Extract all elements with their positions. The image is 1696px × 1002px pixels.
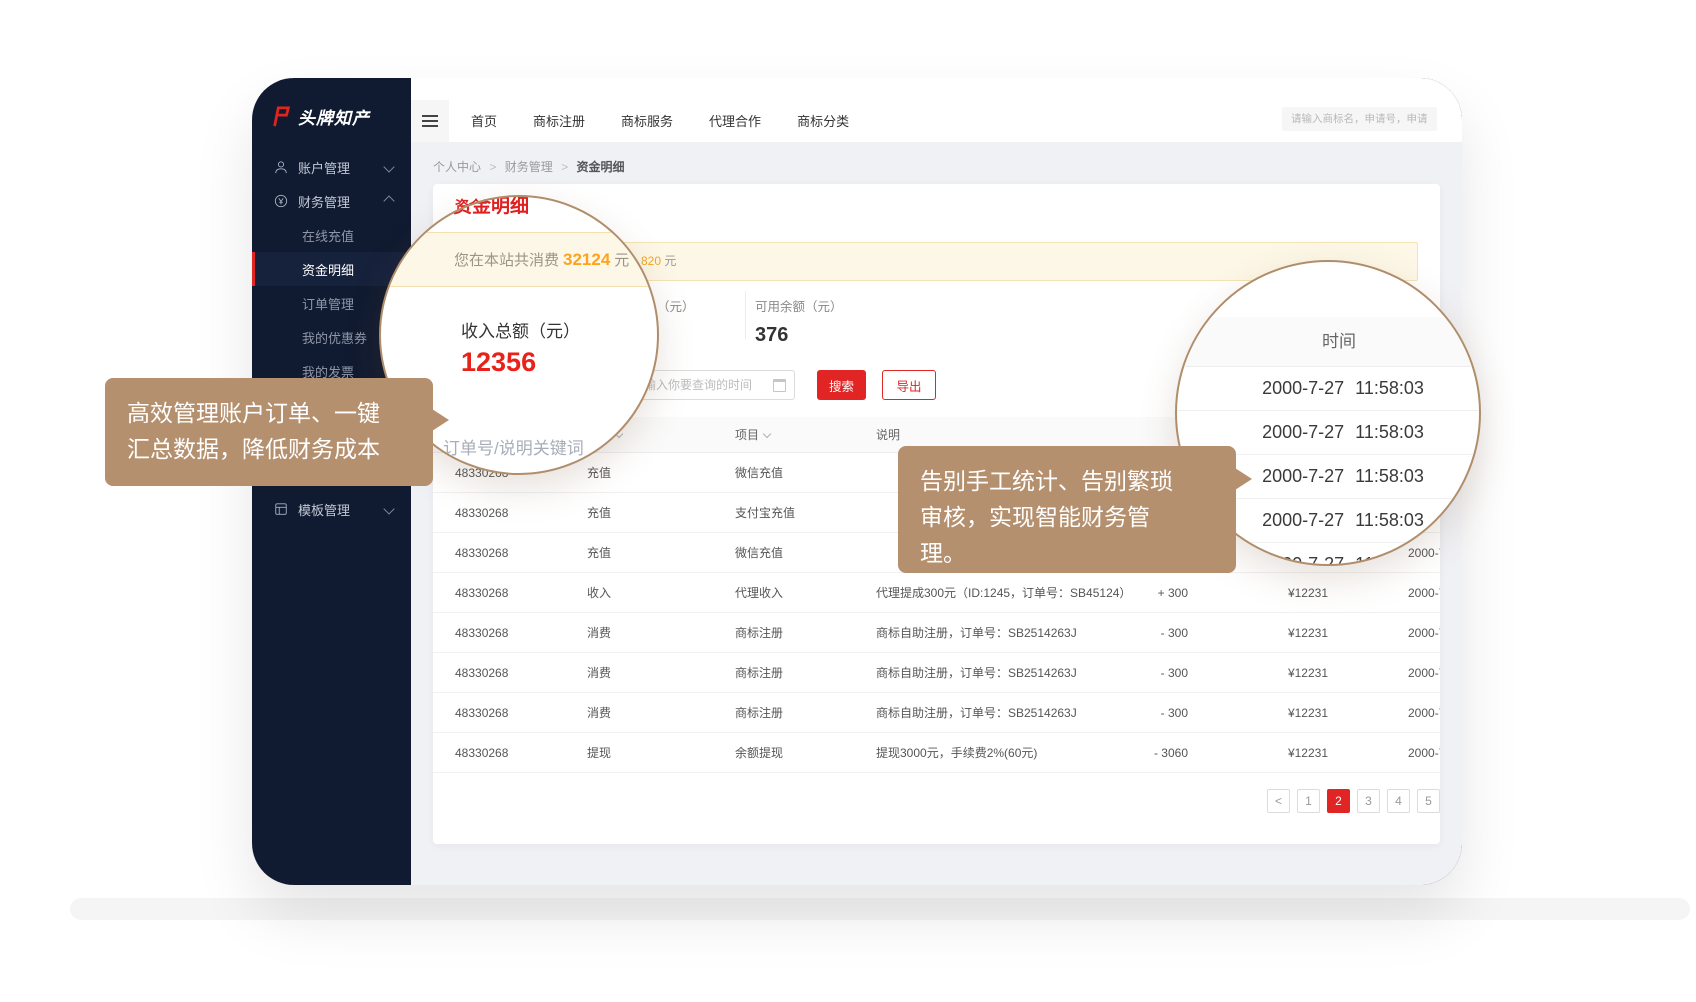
- laptop-base: [70, 898, 1690, 920]
- table-row: 48330268提现余额提现提现3000元，手续费2%(60元)- 3060¥1…: [433, 733, 1440, 773]
- stat-balance: 可用余额（元） 376: [755, 296, 843, 347]
- breadcrumb-part[interactable]: 财务管理: [505, 160, 553, 174]
- magnified-header-fragment: 订单号/说明关键词: [443, 434, 584, 459]
- page: 头牌知产 账户管理 财务管理 在线充值 资金明细 订单管理: [0, 0, 1696, 1002]
- table-row: 48330268消费商标注册商标自助注册，订单号：SB2514263J- 300…: [433, 613, 1440, 653]
- pagination: < 1 2 3 4 5: [1267, 789, 1440, 813]
- export-button[interactable]: 导出: [882, 370, 936, 400]
- breadcrumb-separator: >: [489, 160, 496, 174]
- pagination-page-3[interactable]: 3: [1357, 789, 1380, 813]
- sidebar-item-label: 账户管理: [298, 158, 350, 177]
- stat-label: （元）: [657, 296, 695, 315]
- pagination-page-4[interactable]: 4: [1387, 789, 1410, 813]
- breadcrumb-current: 资金明细: [576, 160, 624, 174]
- search-button[interactable]: 搜索: [817, 370, 866, 400]
- nav-tab-home[interactable]: 首页: [471, 111, 497, 130]
- magnified-income-value: 12356: [461, 347, 536, 378]
- callout-line: 审核，实现智能财务管: [920, 499, 1214, 535]
- magnified-banner: 您在本站共消费 32124 元: [379, 232, 659, 287]
- magnified-time-header: 时间: [1177, 317, 1479, 367]
- chevron-down-icon: [763, 430, 771, 438]
- chevron-down-icon: [383, 161, 394, 172]
- brand-name: 头牌知产: [298, 104, 370, 129]
- callout-left: 高效管理账户订单、一键 汇总数据，降低财务成本: [105, 378, 433, 486]
- stat-divider: [745, 291, 746, 339]
- nav-tab-trademark-class[interactable]: 商标分类: [797, 111, 849, 130]
- sidebar-item-label: 模板管理: [298, 500, 350, 519]
- stat-value: 376: [755, 324, 843, 347]
- pagination-page-5[interactable]: 5: [1417, 789, 1440, 813]
- breadcrumb-part[interactable]: 个人中心: [433, 160, 481, 174]
- pagination-page-2-active[interactable]: 2: [1327, 789, 1350, 813]
- nav-tabs: 首页 商标注册 商标服务 代理合作 商标分类: [471, 111, 849, 130]
- user-icon: [274, 160, 288, 174]
- pagination-prev-button[interactable]: <: [1267, 789, 1290, 813]
- table-row: 48330268消费商标注册商标自助注册，订单号：SB2514263J- 300…: [433, 693, 1440, 733]
- callout-right: 告别手工统计、告别繁琐 审核，实现智能财务管 理。: [898, 446, 1236, 573]
- pagination-page-1[interactable]: 1: [1297, 789, 1320, 813]
- breadcrumb-separator: >: [561, 160, 568, 174]
- template-icon: [274, 502, 288, 516]
- sidebar-item-finance[interactable]: 财务管理: [252, 184, 411, 218]
- brand-icon: [270, 106, 292, 128]
- calendar-icon[interactable]: [773, 379, 786, 392]
- stat-label: 可用余额（元）: [755, 296, 843, 315]
- nav-tab-agent[interactable]: 代理合作: [709, 111, 761, 130]
- date-query-input[interactable]: [633, 370, 795, 400]
- finance-icon: [274, 194, 288, 208]
- header-project[interactable]: 项目: [735, 426, 876, 443]
- nav-tab-trademark-service[interactable]: 商标服务: [621, 111, 673, 130]
- nav-tab-trademark-register[interactable]: 商标注册: [533, 111, 585, 130]
- table-row: 48330268消费商标注册商标自助注册，订单号：SB2514263J- 300…: [433, 653, 1440, 693]
- top-navbar: 首页 商标注册 商标服务 代理合作 商标分类: [411, 78, 1462, 142]
- magnified-income-label: 收入总额（元）: [461, 317, 580, 342]
- table-row: 48330268收入代理收入代理提成300元（ID:1245，订单号：SB451…: [433, 573, 1440, 613]
- logo[interactable]: 头牌知产: [270, 104, 370, 129]
- sidebar-item-account[interactable]: 账户管理: [252, 150, 411, 184]
- magnified-tab-fragment: 资金明细: [453, 195, 529, 218]
- callout-pointer: [1235, 468, 1252, 490]
- sidebar-item-templates[interactable]: 模板管理: [252, 492, 411, 526]
- callout-line: 高效管理账户订单、一键: [127, 395, 411, 431]
- magnified-time-cell: 2000-7-27 11:58:03: [1177, 367, 1479, 411]
- hamburger-menu-icon[interactable]: [411, 100, 449, 142]
- breadcrumb: 个人中心 > 财务管理 > 资金明细: [433, 158, 624, 175]
- callout-pointer: [432, 409, 449, 431]
- chevron-down-icon: [383, 503, 394, 514]
- callout-line: 告别手工统计、告别繁琐: [920, 463, 1214, 499]
- trademark-search-input[interactable]: [1282, 107, 1437, 131]
- stat-expense: （元）: [657, 296, 695, 315]
- sidebar-item-label: 财务管理: [298, 192, 350, 211]
- chevron-up-icon: [383, 195, 394, 206]
- header-desc: 说明: [876, 426, 1136, 443]
- callout-line: 汇总数据，降低财务成本: [127, 431, 411, 467]
- callout-line: 理。: [920, 535, 1214, 571]
